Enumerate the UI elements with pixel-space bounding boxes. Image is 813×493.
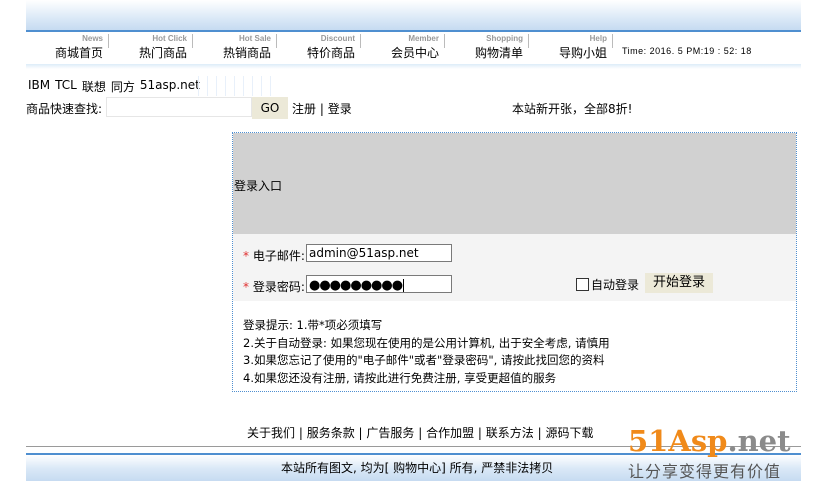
- login-title: 登录入口: [234, 179, 283, 193]
- logo-slogan: 让分享变得更有价值: [628, 462, 782, 481]
- footer-link-download[interactable]: 源码下载: [545, 426, 593, 440]
- nav-item-hot-sale[interactable]: Hot Sale 热销商品: [194, 32, 277, 60]
- nav-divider: [444, 34, 445, 48]
- footer-divider: |: [474, 426, 486, 440]
- footer-link-about[interactable]: 关于我们: [247, 426, 295, 440]
- footer-link-partner[interactable]: 合作加盟: [426, 426, 474, 440]
- nav-item-en-label: Discount: [320, 34, 355, 43]
- brand-link-ibm[interactable]: IBM: [28, 78, 50, 95]
- footer-divider: |: [533, 426, 546, 440]
- email-label: 电子邮件:: [252, 249, 305, 263]
- nav-divider: [192, 34, 193, 48]
- nav-item-home[interactable]: News 商城首页: [26, 32, 109, 60]
- required-mark: *: [243, 280, 249, 294]
- password-label: 登录密码:: [252, 280, 305, 294]
- tip-line[interactable]: 4.如果您还没有注册, 请按此进行免费注册, 享受更超值的服务: [243, 370, 610, 388]
- nav-item-discount[interactable]: Discount 特价商品: [278, 32, 361, 60]
- nav-item-en-label: Hot Sale: [238, 34, 271, 43]
- auto-login-label: 自动登录: [591, 278, 640, 292]
- account-links: 注册 | 登录: [292, 100, 352, 117]
- logo-tail-text: .net: [727, 424, 791, 458]
- brand-links: IBM TCL 联想 同方 51asp.net: [28, 78, 200, 95]
- email-field[interactable]: [306, 244, 452, 262]
- password-field[interactable]: ●●●●●●●●●: [306, 275, 452, 293]
- promo-notice: 本站新开张，全部8折!: [512, 102, 633, 116]
- nav-divider: [108, 34, 109, 48]
- footer-divider: |: [354, 426, 367, 440]
- nav-item-en-label: News: [82, 34, 103, 43]
- brand-link-51asp[interactable]: 51asp.net: [140, 78, 200, 95]
- footer-divider: |: [295, 426, 307, 440]
- footer-link-terms[interactable]: 服务条款: [307, 426, 355, 440]
- nav-item-en-label: Hot Click: [152, 34, 187, 43]
- register-link[interactable]: 注册: [292, 102, 316, 116]
- nav-divider: [528, 34, 529, 48]
- nav-item-label: 导购小姐: [558, 46, 607, 60]
- login-form: * 电子邮件: * 登录密码: ●●●●●●●●● 自动登录 开始登录: [233, 234, 796, 301]
- login-panel: 登录入口 * 电子邮件: * 登录密码: ●●●●●●●●● 自动登录 开始登录…: [232, 132, 797, 392]
- search-bar: 商品快速查找: GO 注册 | 登录 本站新开张，全部8折!: [26, 97, 801, 119]
- logo-main-text: 51Asp: [628, 424, 728, 458]
- watermark-logo: 51Asp.net 让分享变得更有价值: [626, 424, 802, 484]
- nav-divider: [612, 34, 613, 48]
- tip-line[interactable]: 3.如果您忘记了使用的"电子邮件"或者"登录密码", 请按此找回您的资料: [243, 352, 610, 370]
- tip-line: 登录提示: 1.带*项必须填写: [243, 318, 383, 332]
- footer-link-ads[interactable]: 广告服务: [366, 426, 414, 440]
- nav-item-en-label: Shopping: [486, 34, 523, 43]
- password-row: * 登录密码:: [243, 278, 305, 295]
- nav-item-en-label: Help: [589, 34, 607, 43]
- auto-login-checkbox[interactable]: [576, 278, 589, 291]
- brand-link-lenovo[interactable]: 联想: [82, 78, 106, 95]
- tip-line: 2.关于自动登录: 如果您现在使用的是公用计算机, 出于安全考虑, 请慎用: [243, 335, 610, 350]
- clock-readout: Time: 2016. 5 PM:19 : 52: 18: [622, 46, 752, 56]
- login-link[interactable]: 登录: [328, 102, 352, 116]
- nav-item-help[interactable]: Help 导购小姐: [530, 32, 613, 60]
- nav-item-label: 热门商品: [138, 46, 187, 60]
- top-banner: [26, 0, 801, 32]
- password-mask: ●●●●●●●●●: [309, 278, 403, 293]
- nav-item-hot-click[interactable]: Hot Click 热门商品: [110, 32, 193, 60]
- footer-divider: |: [414, 426, 427, 440]
- required-mark: *: [243, 249, 249, 263]
- copyright-text: 本站所有图文, 均为[ 购物中心] 所有, 严禁非法拷贝: [281, 461, 554, 475]
- nav-item-shopping[interactable]: Shopping 购物清单: [446, 32, 529, 60]
- footer-link-contact[interactable]: 联系方法: [486, 426, 534, 440]
- login-header: 登录入口: [233, 133, 796, 234]
- search-label: 商品快速查找:: [26, 102, 103, 116]
- nav-divider: [276, 34, 277, 48]
- decorative-pattern: [198, 76, 272, 96]
- email-row: * 电子邮件:: [243, 247, 305, 264]
- nav-divider: [360, 34, 361, 48]
- start-login-button[interactable]: 开始登录: [645, 273, 713, 293]
- nav-item-label: 特价商品: [306, 46, 355, 60]
- brand-link-tcl[interactable]: TCL: [55, 78, 77, 95]
- search-input[interactable]: [106, 97, 252, 117]
- nav-item-label: 购物清单: [474, 46, 523, 60]
- go-button[interactable]: GO: [252, 97, 288, 119]
- nav-item-en-label: Member: [408, 34, 439, 43]
- nav-item-member[interactable]: Member 会员中心: [362, 32, 445, 60]
- nav-item-label: 会员中心: [390, 46, 439, 60]
- auto-login-option[interactable]: 自动登录: [576, 276, 639, 293]
- nav-item-label: 商城首页: [54, 46, 103, 60]
- text-caret: [403, 279, 405, 292]
- nav-underline: [26, 64, 801, 69]
- brand-link-tongfang[interactable]: 同方: [111, 78, 135, 95]
- link-divider: |: [319, 102, 324, 116]
- login-tips: 登录提示: 1.带*项必须填写 2.关于自动登录: 如果您现在使用的是公用计算机…: [243, 317, 610, 387]
- nav-item-label: 热销商品: [222, 46, 271, 60]
- logo-wordmark: 51Asp.net: [628, 424, 791, 458]
- footer-links: 关于我们 | 服务条款 | 广告服务 | 合作加盟 | 联系方法 | 源码下载: [247, 424, 593, 441]
